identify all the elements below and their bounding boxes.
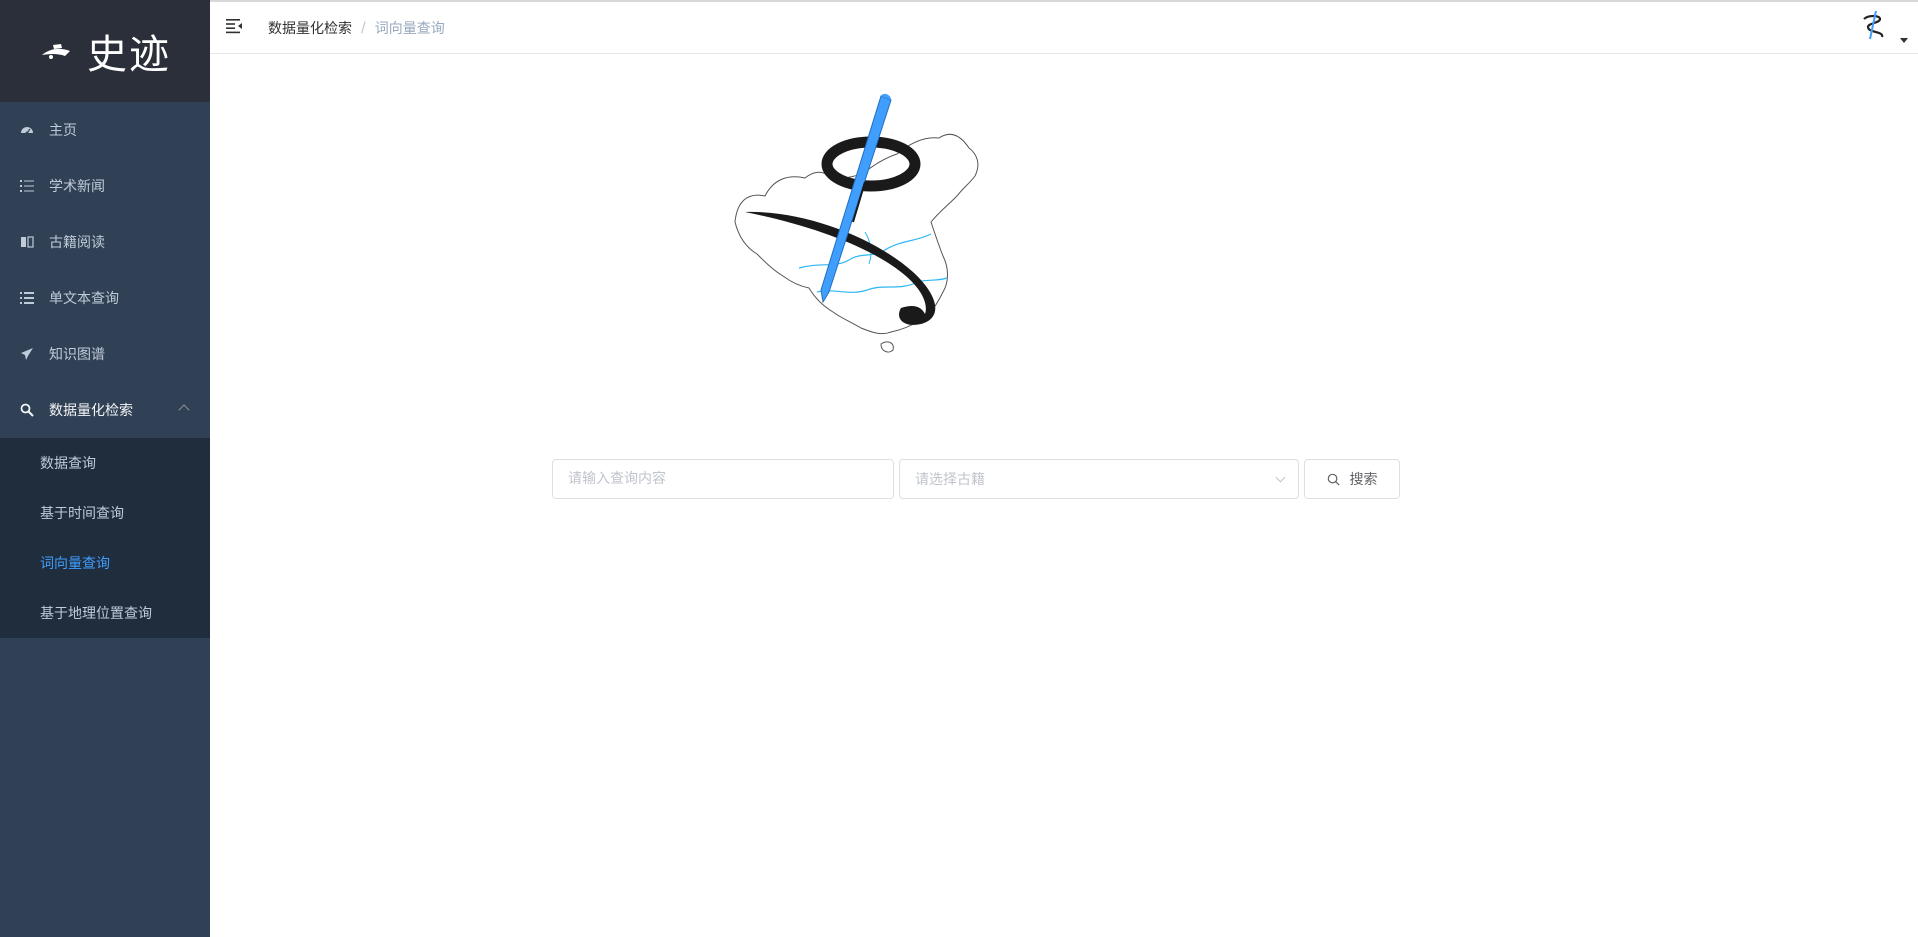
sidebar-subitem-word-vector-query[interactable]: 词向量查询 — [0, 538, 210, 588]
sidebar-logo[interactable]: 史迹 — [0, 0, 210, 102]
breadcrumb-separator: / — [361, 20, 366, 36]
breadcrumb-item[interactable]: 数据量化检索 — [268, 18, 352, 38]
book-icon — [21, 236, 34, 248]
search-icon — [20, 403, 34, 417]
sidebar-subitem-geo-query[interactable]: 基于地理位置查询 — [0, 588, 210, 638]
sidebar-subitem-time-query[interactable]: 基于时间查询 — [0, 488, 210, 538]
search-button-label: 搜索 — [1349, 471, 1378, 487]
sidebar-menu: 主页 学术新闻 古籍阅读 单文本查询 知识图谱 数据量化检索 — [0, 102, 210, 438]
breadcrumb: 数据量化检索 / 词向量查询 — [268, 18, 445, 38]
sidebar-subitem-label: 词向量查询 — [40, 556, 110, 572]
sidebar-item-news[interactable]: 学术新闻 — [0, 158, 210, 214]
sidebar: 史迹 主页 学术新闻 古籍阅读 单文本查询 知识图谱 数据量化检索 数据查询 基… — [0, 0, 210, 937]
search-icon — [1327, 473, 1339, 485]
breadcrumb-current: 词向量查询 — [374, 21, 445, 37]
query-input[interactable] — [552, 459, 894, 499]
dashboard-icon — [21, 127, 33, 135]
sidebar-subitem-label: 基于地理位置查询 — [40, 606, 152, 622]
sidebar-item-label: 数据量化检索 — [49, 403, 133, 419]
sidebar-item-label: 知识图谱 — [49, 347, 105, 363]
sidebar-item-single-text-query[interactable]: 单文本查询 — [0, 270, 210, 326]
ancient-book-select[interactable]: 请选择古籍 — [899, 459, 1299, 499]
sidebar-item-ancient-books[interactable]: 古籍阅读 — [0, 214, 210, 270]
caret-down-icon — [1900, 38, 1908, 43]
chevron-up-icon — [178, 404, 190, 416]
sidebar-item-knowledge-graph[interactable]: 知识图谱 — [0, 326, 210, 382]
sidebar-subitem-label: 基于时间查询 — [40, 506, 124, 522]
list-icon — [20, 180, 34, 192]
main-content: 请选择古籍 搜索 — [210, 54, 1918, 937]
avatar — [1854, 5, 1894, 45]
list-icon — [20, 292, 34, 304]
sidebar-item-data-quantitative-search[interactable]: 数据量化检索 — [0, 382, 210, 438]
chevron-down-icon — [1275, 472, 1286, 483]
search-bar: 请选择古籍 搜索 — [552, 459, 1400, 499]
sidebar-item-home[interactable]: 主页 — [0, 102, 210, 158]
user-menu[interactable] — [1854, 5, 1908, 45]
sidebar-item-label: 古籍阅读 — [49, 235, 105, 251]
sidebar-item-label: 主页 — [49, 123, 77, 139]
sidebar-subitem-data-query[interactable]: 数据查询 — [0, 438, 210, 488]
site-logo-illustration — [734, 93, 979, 353]
sidebar-subitem-label: 数据查询 — [40, 456, 96, 472]
sidebar-item-label: 学术新闻 — [49, 179, 105, 195]
brand-logo-icon — [42, 44, 70, 59]
sidebar-submenu: 数据查询 基于时间查询 词向量查询 基于地理位置查询 — [0, 438, 210, 638]
sidebar-item-label: 单文本查询 — [49, 291, 119, 307]
brand-title: 史迹 — [87, 32, 171, 78]
search-button[interactable]: 搜索 — [1304, 459, 1400, 499]
select-placeholder: 请选择古籍 — [915, 472, 985, 488]
top-navbar: 数据量化检索 / 词向量查询 — [210, 0, 1918, 54]
hamburger-icon[interactable] — [226, 18, 244, 34]
paper-plane-icon — [21, 348, 33, 360]
